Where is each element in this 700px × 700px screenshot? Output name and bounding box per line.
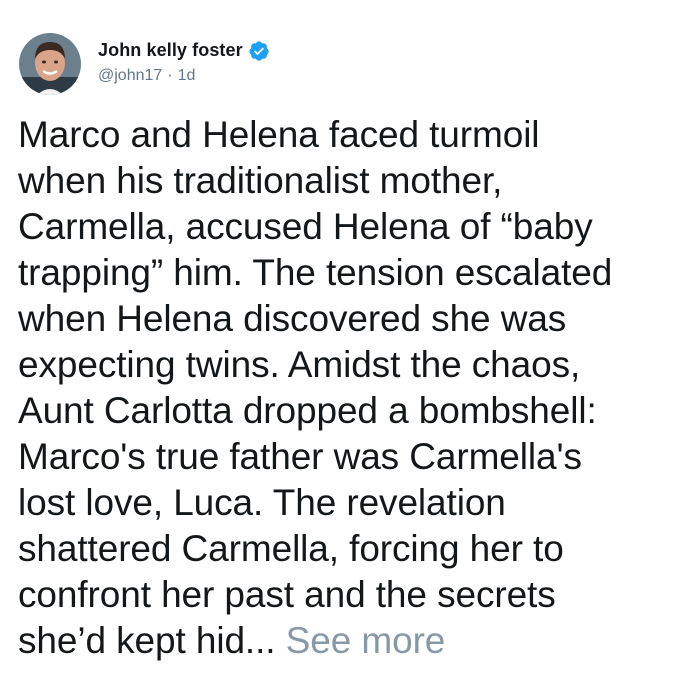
tweet-line: when his traditionalist mother, [18,160,503,201]
separator-dot: · [167,66,173,84]
tweet-line: Carmella, accused Helena of “baby [18,206,593,247]
tweet-line: Marco's true father was Carmella's [18,436,582,477]
tweet-line: confront her past and the secrets [18,574,556,615]
tweet-line: expecting twins. Amidst the chaos, [18,344,581,385]
author-meta: John kelly foster @john17 · 1d [98,38,270,85]
tweet-line-last: she’d kept hid... See more [18,618,682,664]
tweet-header: John kelly foster @john17 · 1d [18,30,682,98]
name-row: John kelly foster [98,38,270,64]
tweet-card: John kelly foster @john17 · 1d Marco and H… [0,0,700,700]
avatar-image [19,33,81,95]
tweet-text: Marco and Helena faced turmoil when his … [18,112,682,664]
handle[interactable]: @john17 [98,67,162,84]
avatar[interactable] [19,33,81,95]
tweet-line: trapping” him. The tension escalated [18,252,613,293]
tweet-line: shattered Carmella, forcing her to [18,528,564,569]
tweet-line: when Helena discovered she was [18,298,567,339]
tweet-line: she’d kept hid... [18,620,276,661]
handle-row: @john17 · 1d [98,67,270,85]
tweet-line: Aunt Carlotta dropped a bombshell: [18,390,597,431]
verified-badge-icon [248,40,270,62]
tweet-line: lost love, Luca. The revelation [18,482,506,523]
tweet-line: Marco and Helena faced turmoil [18,114,540,155]
timestamp[interactable]: 1d [178,67,196,84]
see-more-link[interactable]: See more [286,620,446,661]
display-name[interactable]: John kelly foster [98,40,243,61]
